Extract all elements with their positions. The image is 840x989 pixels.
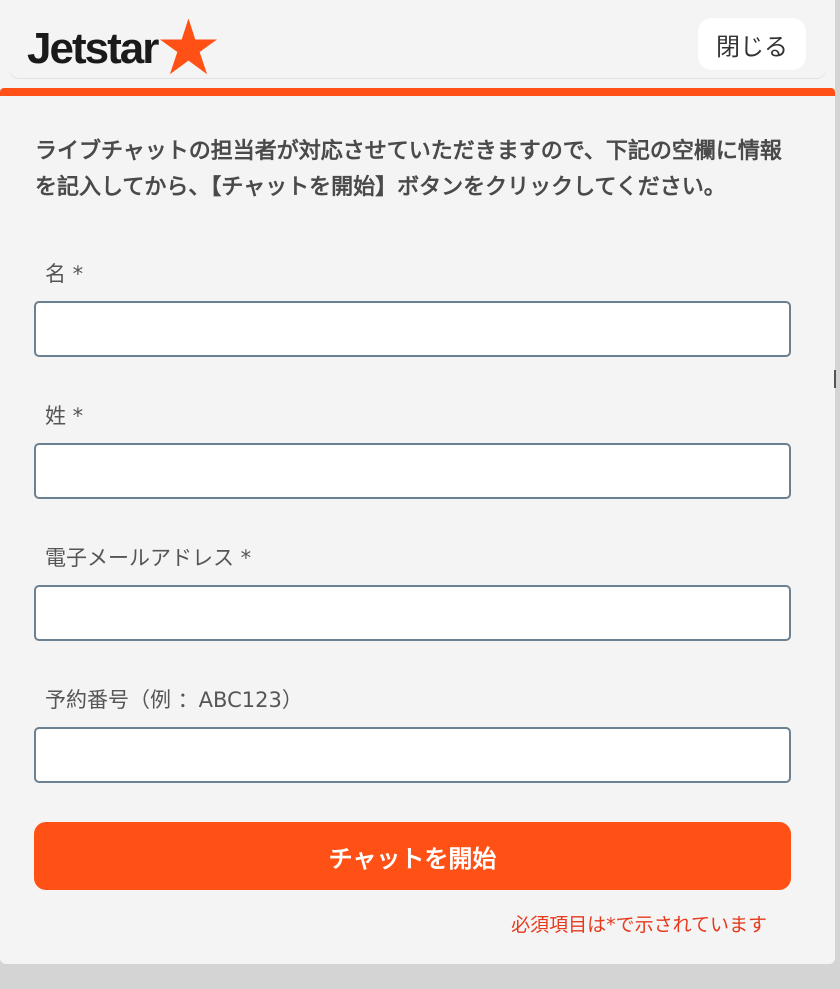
start-chat-button[interactable]: チャットを開始 <box>34 822 791 890</box>
booking-ref-label: 予約番号（例 ：ABC123） <box>45 688 303 712</box>
chat-header: Jetstar 閉じる <box>9 12 826 78</box>
email-label: 電子メールアドレス * <box>45 546 252 570</box>
required-note: 必須項目は*で示されています <box>511 914 767 936</box>
booking-ref-input[interactable] <box>34 727 791 783</box>
last-name-input[interactable] <box>34 443 791 499</box>
close-button[interactable]: 閉じる <box>698 18 806 70</box>
logo-text: Jetstar <box>27 24 159 73</box>
email-input[interactable] <box>34 585 791 641</box>
chat-panel: Jetstar 閉じる ライブチャットの担当者が対応させていただきますので、下記… <box>0 0 835 964</box>
first-name-label: 名 * <box>45 262 84 286</box>
accent-divider <box>0 88 835 96</box>
intro-text: ライブチャットの担当者が対応させていただきますので、下記の空欄に情報を記入してか… <box>35 139 782 200</box>
first-name-input[interactable] <box>34 301 791 357</box>
star-icon <box>160 18 218 75</box>
jetstar-logo: Jetstar <box>27 18 221 77</box>
last-name-label: 姓 * <box>45 404 84 428</box>
background-edge-mark <box>834 370 836 388</box>
